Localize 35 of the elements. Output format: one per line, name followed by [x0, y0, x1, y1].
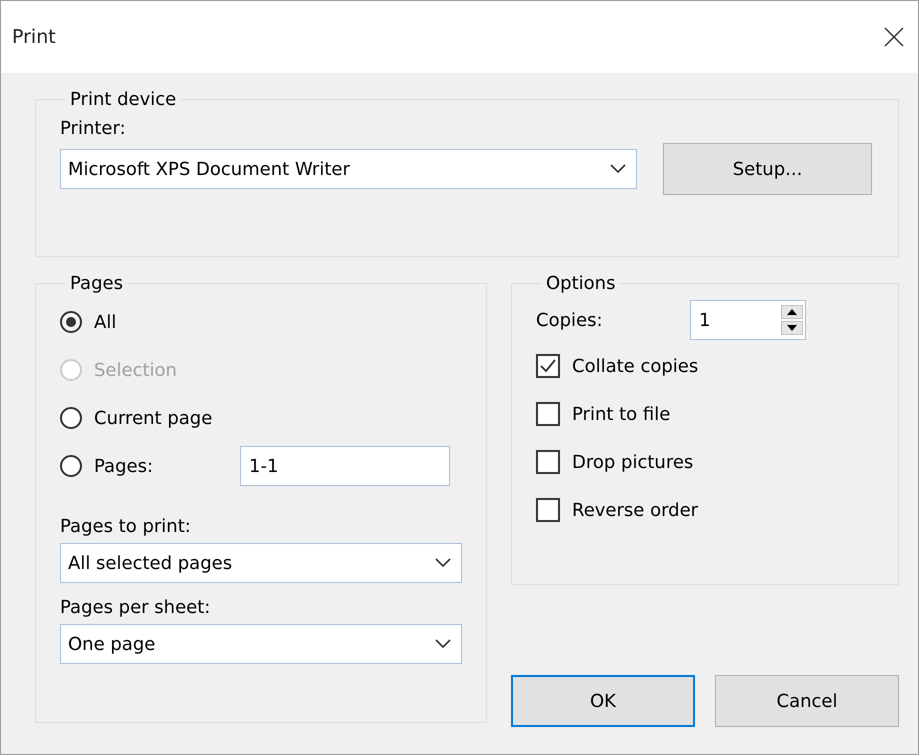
chevron-down-icon — [435, 639, 451, 649]
group-title: Print device — [69, 89, 178, 110]
checkbox-label: Collate copies — [572, 356, 698, 376]
group-title: Pages — [69, 273, 124, 294]
checkbox-label: Reverse order — [572, 500, 698, 520]
radio-label: All — [94, 312, 116, 332]
checkbox[interactable] — [536, 354, 560, 378]
ok-button[interactable]: OK — [511, 675, 695, 727]
close-icon[interactable] — [884, 27, 904, 47]
group-title: Options — [545, 273, 616, 294]
printer-label: Printer: — [60, 118, 127, 139]
radio-button[interactable] — [60, 407, 82, 429]
window-title: Print — [12, 26, 56, 48]
checkbox[interactable] — [536, 498, 560, 522]
copies-spinner[interactable]: 1 — [690, 300, 806, 340]
printer-dropdown[interactable]: Microsoft XPS Document Writer — [60, 149, 638, 189]
checkbox-label: Drop pictures — [572, 452, 694, 472]
radio-button[interactable] — [60, 311, 82, 333]
page-range-field[interactable]: 1-1 — [240, 446, 450, 486]
checkbox[interactable] — [536, 450, 560, 474]
cancel-button[interactable]: Cancel — [715, 675, 899, 727]
setup-button[interactable]: Setup... — [663, 143, 872, 195]
checkbox[interactable] — [536, 402, 560, 426]
radio-label: Selection — [94, 360, 177, 380]
radio-button[interactable] — [60, 455, 82, 477]
pages-per-sheet-dropdown[interactable]: One page — [60, 624, 462, 664]
pages-to-print-label: Pages to print: — [60, 516, 192, 537]
pages-to-print-dropdown[interactable]: All selected pages — [60, 543, 462, 583]
radio-label: Current page — [94, 408, 212, 428]
copies-label: Copies: — [536, 310, 604, 330]
pages-per-sheet-label: Pages per sheet: — [60, 597, 212, 618]
chevron-down-icon — [610, 164, 626, 174]
radio-label: Pages: — [94, 456, 154, 476]
chevron-down-icon — [435, 558, 451, 568]
checkbox-label: Print to file — [572, 404, 670, 424]
